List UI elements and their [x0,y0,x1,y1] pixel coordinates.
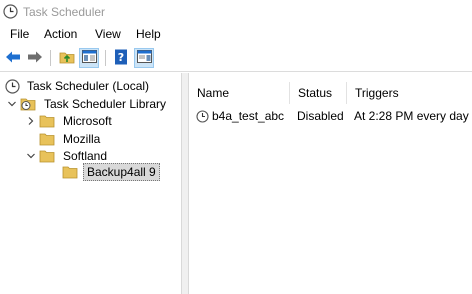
chevron-down-icon[interactable] [6,98,18,110]
toolbar: ? [0,45,472,72]
tree-item-backup4all-9[interactable]: Backup4all 9 [62,163,160,181]
toolbar-separator [50,50,51,66]
column-header-label: Name [197,86,230,100]
window-title: Task Scheduler [23,5,106,19]
back-arrow-icon [5,50,21,67]
column-header-label: Triggers [355,86,399,100]
menu-bar: File Action View Help [0,24,472,45]
tree-item-label: Microsoft [63,114,112,128]
folder-icon [39,132,56,146]
column-header-triggers[interactable]: Triggers [347,82,472,104]
task-triggers: At 2:28 PM every day [354,109,469,123]
tree-item-mozilla[interactable]: Mozilla [25,130,103,148]
folder-icon [39,114,56,128]
folder-icon [62,165,79,179]
forward-button[interactable] [25,48,45,68]
clock-icon [3,4,18,19]
show-hide-console-tree-icon [81,50,97,66]
task-status: Disabled [297,109,344,123]
column-header-status[interactable]: Status [290,82,347,104]
table-row[interactable]: b4a_test_abc Disabled At 2:28 PM every d… [189,107,472,125]
back-button[interactable] [3,48,23,68]
help-icon: ? [114,49,128,68]
tree-item-task-scheduler-local[interactable]: Task Scheduler (Local) [4,77,152,95]
column-header-name[interactable]: Name [189,82,290,104]
menu-view[interactable]: View [95,27,121,41]
svg-text:?: ? [118,51,124,64]
show-hide-console-tree-button[interactable] [79,48,99,68]
task-clock-icon [196,109,209,123]
task-list: Name Status Triggers b4a_test_abc Disabl… [189,73,472,294]
clock-icon [4,78,20,94]
folder-icon [39,149,56,163]
menu-file[interactable]: File [10,27,29,41]
tree-item-label: Task Scheduler Library [44,97,167,111]
chevron-down-icon[interactable] [25,150,37,162]
console-tree: Task Scheduler (Local) Task Scheduler Li… [0,73,181,294]
chevron-right-icon[interactable] [25,115,37,127]
task-name: b4a_test_abc [212,109,285,123]
menu-help[interactable]: Help [136,27,161,41]
tree-item-label: Softland [63,149,108,163]
show-hide-action-pane-button[interactable] [134,48,154,68]
help-button[interactable]: ? [111,48,131,68]
tree-item-label: Backup4all 9 [83,163,160,181]
up-folder-icon [59,50,75,67]
tree-item-label: Task Scheduler (Local) [27,79,150,93]
clock-folder-icon [20,97,37,111]
pane-splitter[interactable] [181,73,189,294]
tree-item-task-scheduler-library[interactable]: Task Scheduler Library [6,95,169,113]
task-name-cell: b4a_test_abc [196,107,284,125]
show-hide-action-pane-icon [136,50,152,66]
menu-action[interactable]: Action [44,27,77,41]
tree-item-label: Mozilla [63,132,101,146]
title-bar: Task Scheduler [0,0,472,24]
column-header-label: Status [298,86,333,100]
toolbar-separator [105,50,106,66]
tree-item-microsoft[interactable]: Microsoft [25,112,115,130]
up-one-level-button[interactable] [57,48,77,68]
forward-arrow-icon [27,50,43,67]
